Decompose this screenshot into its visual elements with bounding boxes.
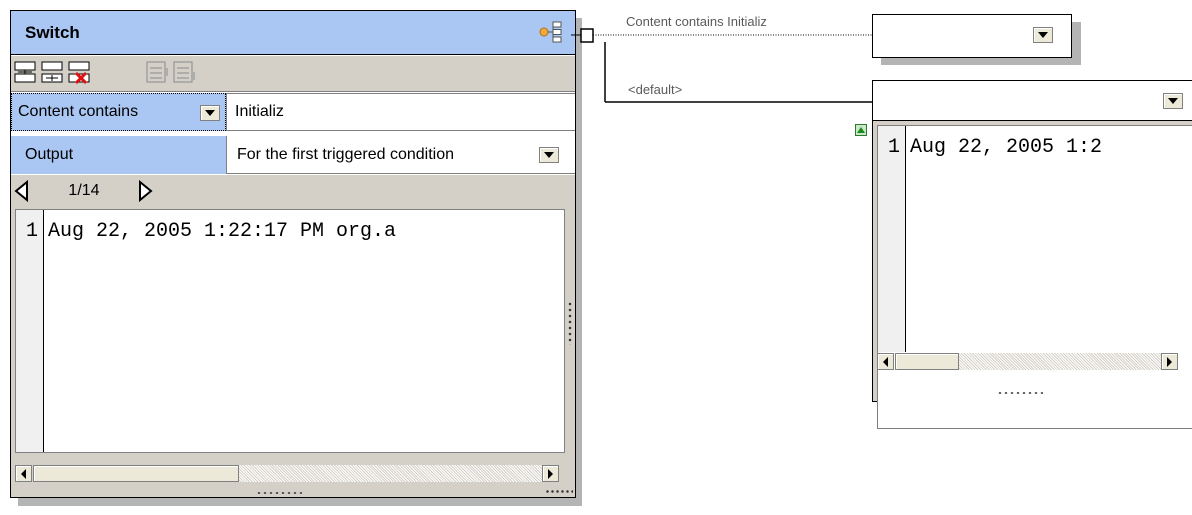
line-number: 1 xyxy=(888,136,901,159)
append-condition-icon[interactable] xyxy=(40,60,66,86)
default-output-dropdown-button[interactable] xyxy=(1163,93,1183,109)
line-number: 1 xyxy=(26,220,39,243)
condition-type-select[interactable]: Content contains xyxy=(11,93,226,131)
output-mode-dropdown-button[interactable] xyxy=(539,147,559,163)
delete-condition-icon[interactable] xyxy=(67,60,93,86)
condition-value-field[interactable]: Initializ xyxy=(226,93,575,131)
next-page-icon[interactable] xyxy=(136,179,154,203)
condition-type-dropdown-button[interactable] xyxy=(200,105,220,121)
switch-title-bar[interactable]: Switch xyxy=(11,11,575,55)
line-number-gutter xyxy=(16,210,44,452)
collapse-marker-icon[interactable] xyxy=(855,124,867,136)
previous-page-icon[interactable] xyxy=(13,179,31,203)
line-number-gutter xyxy=(878,126,906,352)
scrollbar-thumb[interactable] xyxy=(895,353,959,370)
output-mode-select[interactable]: For the first triggered condition xyxy=(226,136,575,174)
preview-line-text: Aug 22, 2005 1:2 xyxy=(910,136,1103,159)
scrollbar-track[interactable] xyxy=(959,353,1161,370)
default-preview-text-area[interactable]: 1 Aug 22, 2005 1:2 xyxy=(877,125,1192,429)
chevron-down-icon xyxy=(1168,98,1178,104)
output-label-cell: Output xyxy=(11,136,226,174)
arrow-left-icon xyxy=(883,356,888,367)
chevron-down-icon xyxy=(544,152,554,158)
horizontal-scrollbar[interactable] xyxy=(15,465,567,487)
vertical-resize-grip[interactable] xyxy=(567,301,573,345)
arrow-right-icon xyxy=(548,468,553,479)
condition-value-text: Initializ xyxy=(235,103,284,120)
arrow-left-icon xyxy=(21,468,26,479)
scroll-right-button[interactable] xyxy=(1161,353,1178,370)
scroll-right-button[interactable] xyxy=(542,465,559,482)
switch-component[interactable]: Switch Content contains Initializ Output… xyxy=(10,10,576,498)
scrollbar-track[interactable] xyxy=(239,465,542,482)
connection-lines xyxy=(571,28,875,103)
preview-text-area[interactable]: 1 Aug 22, 2005 1:22:17 PM org.a xyxy=(15,209,565,453)
chevron-down-icon xyxy=(1038,32,1048,38)
output-label: Output xyxy=(25,146,74,163)
condition-target-dropdown-button[interactable] xyxy=(1033,27,1053,43)
default-output-header[interactable] xyxy=(873,81,1192,121)
scroll-left-button[interactable] xyxy=(877,353,894,370)
tree-switch-icon[interactable] xyxy=(539,21,563,43)
default-connection-label: <default> xyxy=(628,82,683,97)
preview-line-text: Aug 22, 2005 1:22:17 PM org.a xyxy=(48,220,397,243)
corner-resize-grip[interactable] xyxy=(545,489,573,495)
default-output-component[interactable]: 1 Aug 22, 2005 1:2 xyxy=(872,80,1192,429)
switch-title: Switch xyxy=(25,23,80,42)
switch-toolbar xyxy=(11,56,575,92)
output-mode-text: For the first triggered condition xyxy=(237,146,454,163)
move-down-icon[interactable] xyxy=(172,60,198,86)
condition-connection-label: Content contains Initializ xyxy=(626,14,767,29)
insert-condition-icon[interactable] xyxy=(13,60,39,86)
preview-pane[interactable]: 1/14 1 Aug 22, 2005 1:22:17 PM org.a xyxy=(11,175,575,497)
scroll-left-button[interactable] xyxy=(15,465,32,482)
chevron-down-icon xyxy=(205,110,215,116)
bottom-resize-grip[interactable] xyxy=(256,491,302,495)
condition-target-field[interactable] xyxy=(872,14,1072,58)
arrow-right-icon xyxy=(1167,356,1172,367)
move-up-icon[interactable] xyxy=(145,60,171,86)
horizontal-scrollbar[interactable] xyxy=(877,353,1192,373)
page-indicator: 1/14 xyxy=(68,182,100,199)
bottom-resize-grip[interactable] xyxy=(997,391,1043,395)
condition-type-label: Content contains xyxy=(18,103,139,120)
pager: 1/14 xyxy=(11,175,171,207)
scrollbar-thumb[interactable] xyxy=(33,465,239,482)
